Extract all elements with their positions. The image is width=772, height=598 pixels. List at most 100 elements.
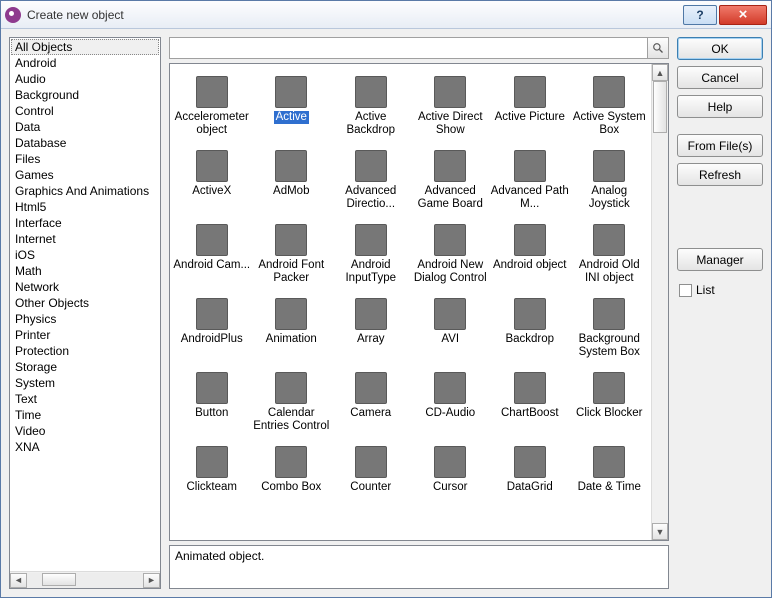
refresh-button[interactable]: Refresh <box>677 163 763 186</box>
object-item[interactable]: Cursor <box>411 442 491 516</box>
ic-block-icon <box>593 372 625 404</box>
object-item[interactable]: Android object <box>490 220 570 294</box>
object-item[interactable]: AndroidPlus <box>172 294 252 368</box>
object-item[interactable]: ActiveX <box>172 146 252 220</box>
sidebar-item-graphics-and-animations[interactable]: Graphics And Animations <box>11 183 159 199</box>
scroll-down-icon[interactable]: ▼ <box>652 523 668 540</box>
sidebar-item-android[interactable]: Android <box>11 55 159 71</box>
help-button[interactable]: ? <box>683 5 717 25</box>
object-item[interactable]: Advanced Game Board <box>411 146 491 220</box>
object-grid-container: Accelerometer object Active Active Backdro… <box>169 63 669 541</box>
category-list[interactable]: All ObjectsAndroidAudioBackgroundControl… <box>10 38 160 571</box>
sidebar-item-other-objects[interactable]: Other Objects <box>11 295 159 311</box>
search-input[interactable] <box>169 37 648 59</box>
object-item[interactable]: Button <box>172 368 252 442</box>
sidebar-item-xna[interactable]: XNA <box>11 439 159 455</box>
scroll-up-icon[interactable]: ▲ <box>652 64 668 81</box>
sidebar-item-html5[interactable]: Html5 <box>11 199 159 215</box>
scroll-track[interactable] <box>652 81 668 523</box>
sidebar-item-protection[interactable]: Protection <box>11 343 159 359</box>
object-item[interactable]: Android Font Packer <box>252 220 332 294</box>
ic-fontp-icon <box>275 224 307 256</box>
sidebar-item-data[interactable]: Data <box>11 119 159 135</box>
object-label: Animation <box>266 333 317 346</box>
sidebar-item-storage[interactable]: Storage <box>11 359 159 375</box>
sidebar-item-text[interactable]: Text <box>11 391 159 407</box>
scroll-track[interactable] <box>27 573 143 588</box>
object-item[interactable]: Camera <box>331 368 411 442</box>
object-item[interactable]: Calendar Entries Control <box>252 368 332 442</box>
list-checkbox-row[interactable]: List <box>677 283 763 297</box>
from-files-button[interactable]: From File(s) <box>677 134 763 157</box>
object-item[interactable]: Combo Box <box>252 442 332 516</box>
object-item[interactable]: Accelerometer object <box>172 72 252 146</box>
object-item[interactable]: Animation <box>252 294 332 368</box>
sidebar-item-all-objects[interactable]: All Objects <box>11 39 159 55</box>
object-item[interactable]: Android Cam... <box>172 220 252 294</box>
object-item[interactable]: Background System Box <box>570 294 650 368</box>
object-item[interactable]: Backdrop <box>490 294 570 368</box>
scroll-thumb[interactable] <box>42 573 76 586</box>
object-item[interactable]: ChartBoost <box>490 368 570 442</box>
sidebar-item-control[interactable]: Control <box>11 103 159 119</box>
ic-advdir-icon <box>355 150 387 182</box>
search-button[interactable] <box>647 37 669 59</box>
object-item[interactable]: Android New Dialog Control <box>411 220 491 294</box>
object-item[interactable]: CD-Audio <box>411 368 491 442</box>
object-vscrollbar[interactable]: ▲ ▼ <box>651 64 668 540</box>
sidebar-hscrollbar[interactable]: ◄ ► <box>10 571 160 588</box>
object-item[interactable]: Clickteam <box>172 442 252 516</box>
object-item[interactable]: Date & Time <box>570 442 650 516</box>
ic-array-icon <box>355 298 387 330</box>
sidebar-item-printer[interactable]: Printer <box>11 327 159 343</box>
sidebar-item-time[interactable]: Time <box>11 407 159 423</box>
ok-button[interactable]: OK <box>677 37 763 60</box>
window-close-button[interactable]: × <box>719 5 767 25</box>
object-item[interactable]: Active Direct Show <box>411 72 491 146</box>
sidebar-item-database[interactable]: Database <box>11 135 159 151</box>
object-item[interactable]: Analog Joystick <box>570 146 650 220</box>
help-icon: ? <box>696 8 703 22</box>
object-label: Active Backdrop <box>332 111 410 137</box>
sidebar-item-system[interactable]: System <box>11 375 159 391</box>
object-label: Active <box>274 111 309 124</box>
object-item[interactable]: Counter <box>331 442 411 516</box>
sidebar-item-background[interactable]: Background <box>11 87 159 103</box>
object-item[interactable]: Active <box>252 72 332 146</box>
sidebar-item-physics[interactable]: Physics <box>11 311 159 327</box>
sidebar-item-math[interactable]: Math <box>11 263 159 279</box>
sidebar-item-games[interactable]: Games <box>11 167 159 183</box>
sidebar-item-files[interactable]: Files <box>11 151 159 167</box>
sidebar-item-ios[interactable]: iOS <box>11 247 159 263</box>
object-label: DataGrid <box>507 481 553 494</box>
sidebar-item-interface[interactable]: Interface <box>11 215 159 231</box>
object-item[interactable]: Advanced Directio... <box>331 146 411 220</box>
scroll-thumb[interactable] <box>653 81 667 133</box>
app-icon <box>5 7 21 23</box>
ic-dgrid-icon <box>514 446 546 478</box>
manager-button[interactable]: Manager <box>677 248 763 271</box>
scroll-left-icon[interactable]: ◄ <box>10 573 27 588</box>
help-button-right[interactable]: Help <box>677 95 763 118</box>
object-item[interactable]: Active Picture <box>490 72 570 146</box>
object-item[interactable]: Active Backdrop <box>331 72 411 146</box>
object-item[interactable]: Android Old INI object <box>570 220 650 294</box>
object-item[interactable]: Click Blocker <box>570 368 650 442</box>
object-item[interactable]: Android InputType <box>331 220 411 294</box>
object-item[interactable]: AdMob <box>252 146 332 220</box>
list-checkbox[interactable] <box>679 284 692 297</box>
object-item[interactable]: Advanced Path M... <box>490 146 570 220</box>
object-item[interactable]: Active System Box <box>570 72 650 146</box>
sidebar-item-audio[interactable]: Audio <box>11 71 159 87</box>
scroll-right-icon[interactable]: ► <box>143 573 160 588</box>
sidebar-item-video[interactable]: Video <box>11 423 159 439</box>
sidebar-item-internet[interactable]: Internet <box>11 231 159 247</box>
object-grid-scroll[interactable]: Accelerometer object Active Active Backdro… <box>170 64 651 540</box>
refresh-label: Refresh <box>699 168 741 182</box>
object-item[interactable]: DataGrid <box>490 442 570 516</box>
cancel-button[interactable]: Cancel <box>677 66 763 89</box>
description-box: Animated object. <box>169 545 669 589</box>
object-item[interactable]: Array <box>331 294 411 368</box>
object-item[interactable]: AVI <box>411 294 491 368</box>
sidebar-item-network[interactable]: Network <box>11 279 159 295</box>
